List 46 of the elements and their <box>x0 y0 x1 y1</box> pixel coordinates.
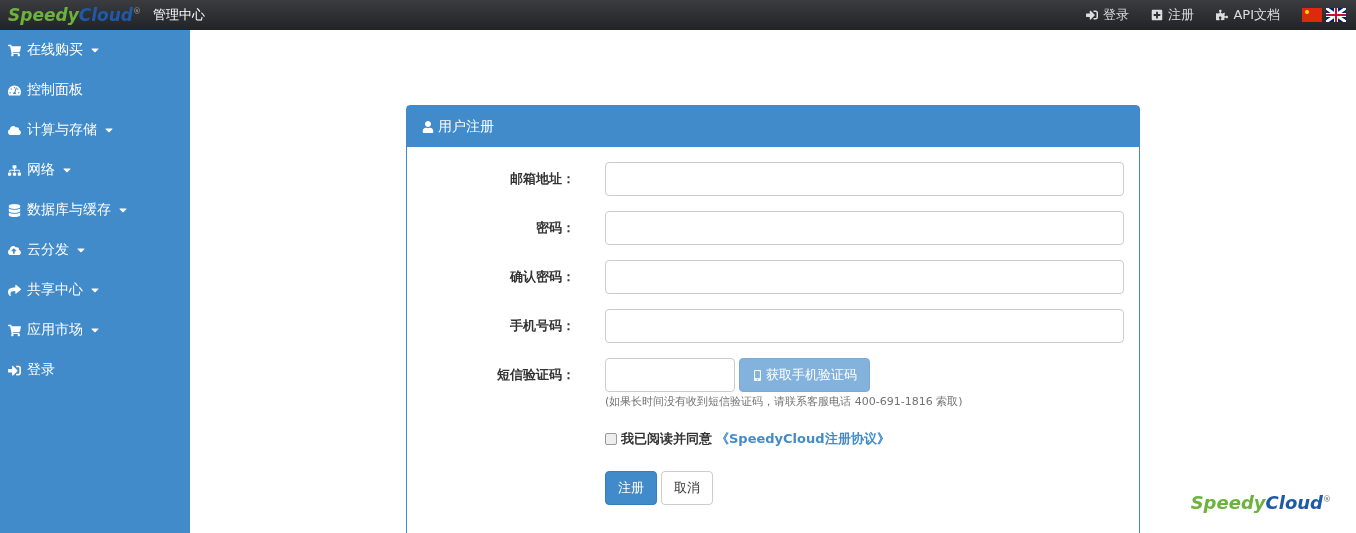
sidebar-item[interactable]: 登录 <box>0 350 190 390</box>
hint-text: (如果长时间没有收到短信验证码，请联系客服电话 400-691-1816 索取) <box>605 394 964 409</box>
input-field[interactable] <box>605 211 1124 245</box>
sign-in-icon <box>8 363 21 377</box>
sign-in-icon <box>1086 9 1099 21</box>
share-arrow-icon <box>8 283 21 297</box>
sidebar-item[interactable]: 控制面板 <box>0 70 190 110</box>
field-label: 确认密码： <box>508 268 575 286</box>
panel-title: 用户注册 <box>438 117 494 136</box>
app-title: 管理中心 <box>153 6 205 24</box>
uk-flag-icon[interactable] <box>1326 8 1346 22</box>
nav-link[interactable]: 登录 <box>1086 6 1130 24</box>
nav-link[interactable]: API文档 <box>1216 6 1280 24</box>
agreement-link[interactable]: 《SpeedyCloud注册协议》 <box>716 430 890 448</box>
sidebar-item[interactable]: 数据库与缓存 <box>0 190 190 230</box>
sidebar-item[interactable]: 计算与存储 <box>0 110 190 150</box>
cloud-icon <box>8 123 21 137</box>
logo: SpeedyCloud$^{®}$ <box>1190 492 1331 513</box>
phone-icon <box>752 369 763 381</box>
dashboard-icon <box>8 83 21 97</box>
sidebar-item[interactable]: 在线购买 <box>0 30 190 70</box>
input-field[interactable] <box>605 309 1124 343</box>
field-label: 短信验证码： <box>496 366 575 384</box>
cart-icon <box>8 43 21 57</box>
logo: SpeedyCloud$^{®}$ <box>8 5 141 25</box>
sidebar-item[interactable]: 应用市场 <box>0 310 190 350</box>
checkbox[interactable] <box>605 433 617 445</box>
cancel-button[interactable]: 取消 <box>661 471 713 505</box>
input-field[interactable] <box>605 162 1124 196</box>
sms-code-field[interactable] <box>605 358 735 392</box>
register-button[interactable]: 注册 <box>605 471 657 505</box>
agree-label: 我已阅读并同意 <box>621 430 712 448</box>
field-label: 密码： <box>535 219 575 237</box>
database-icon <box>8 203 21 217</box>
sidebar-item[interactable]: 网络 <box>0 150 190 190</box>
cart-icon <box>8 323 21 337</box>
field-label: 手机号码： <box>509 317 575 335</box>
nav-link[interactable]: 注册 <box>1151 6 1195 24</box>
sitemap-icon <box>8 163 21 177</box>
field-label: 邮箱地址： <box>509 170 575 188</box>
cloud-upload-icon <box>8 243 21 257</box>
sidebar-item[interactable]: 共享中心 <box>0 270 190 310</box>
input-field[interactable] <box>605 260 1124 294</box>
sidebar-item[interactable]: 云分发 <box>0 230 190 270</box>
user-icon <box>422 120 434 133</box>
puzzle-icon <box>1216 9 1229 21</box>
